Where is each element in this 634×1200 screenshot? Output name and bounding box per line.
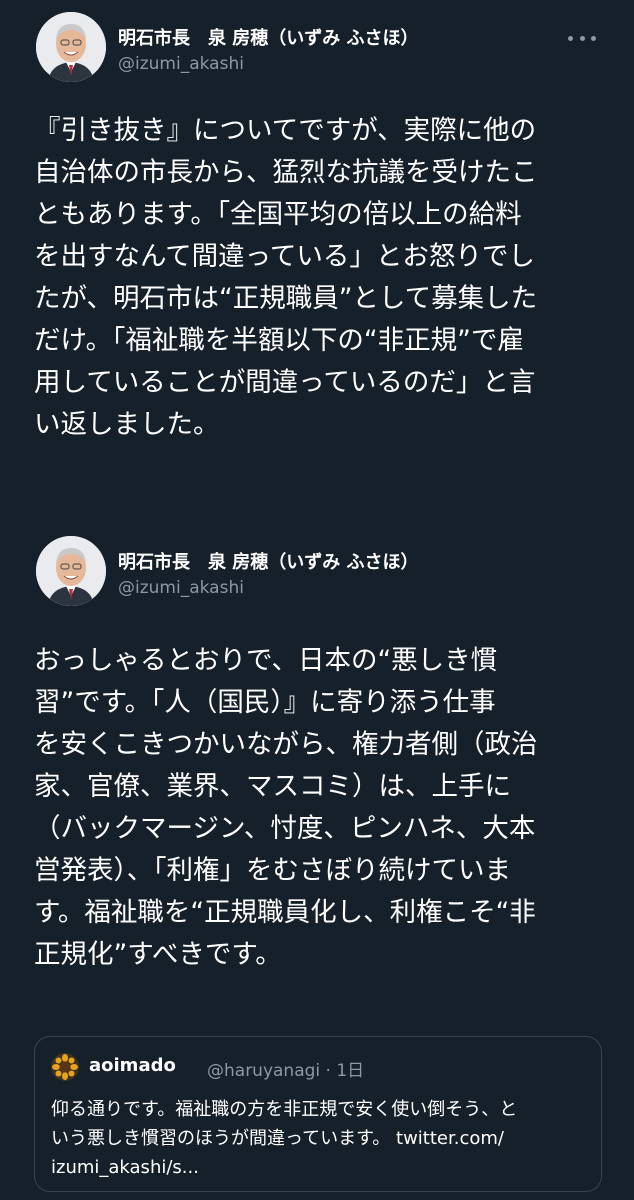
tweet-header: 明石市長 泉 房穂（いずみ ふさほ） @izumi_akashi: [36, 12, 596, 88]
author-name[interactable]: 明石市長 泉 房穂（いずみ ふさほ）: [118, 24, 419, 50]
more-horizontal-icon[interactable]: [568, 28, 596, 48]
avatar[interactable]: [36, 536, 106, 606]
author-handle[interactable]: @izumi_akashi: [118, 578, 244, 598]
author-name[interactable]: 明石市長 泉 房穂（いずみ ふさほ）: [118, 548, 419, 574]
sunflower-avatar-icon[interactable]: [51, 1053, 79, 1081]
tweet-text: 『引き抜き』についてですが、実際に他の 自治体の市長から、猛烈な抗議を受けたこ …: [34, 115, 538, 440]
quoted-tweet-text: 仰る通りです。福祉職の方を非正規で安く使い倒そう、と いう悪しき慣習のほうが間違…: [51, 1099, 518, 1178]
tweet-text: おっしゃるとおりで、日本の“悪しき慣 習”です。「人（国民）』に寄り添う仕事 を…: [34, 645, 538, 970]
author-handle[interactable]: @izumi_akashi: [118, 54, 244, 74]
quoted-author-name[interactable]: aoimado: [89, 1055, 176, 1076]
quoted-tweet[interactable]: aoimado @haruyanagi · 1日 仰る通りです。福祉職の方を非正…: [34, 1036, 602, 1192]
quoted-author-handle-time[interactable]: @haruyanagi · 1日: [207, 1056, 364, 1081]
avatar[interactable]: [36, 12, 106, 82]
tweet-header: 明石市長 泉 房穂（いずみ ふさほ） @izumi_akashi: [36, 536, 596, 612]
